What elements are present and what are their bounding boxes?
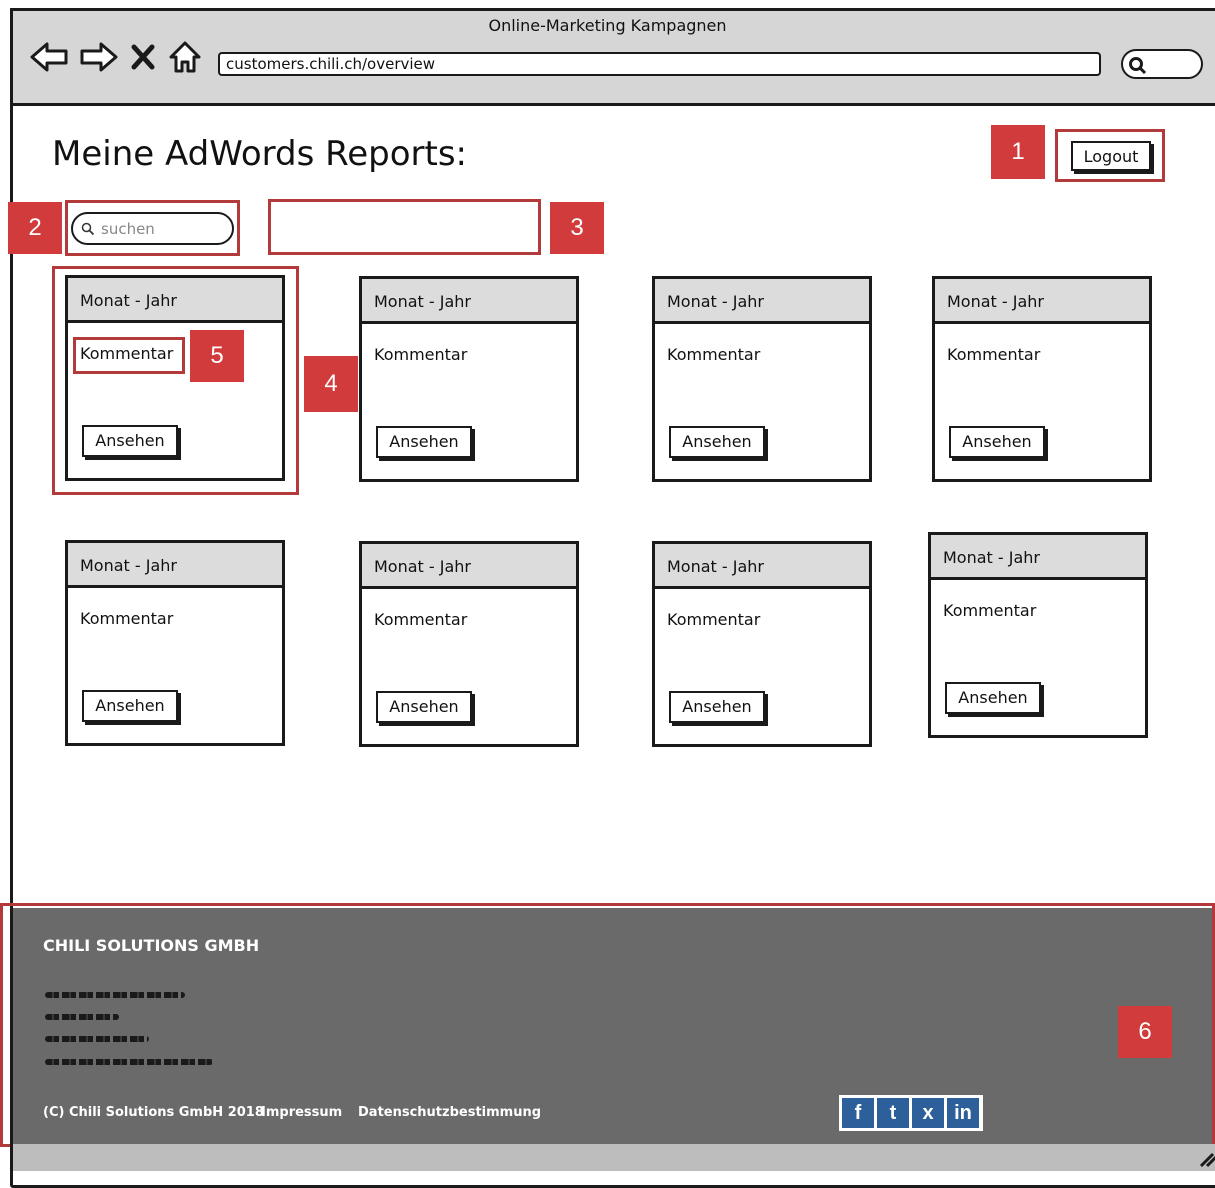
view-report-button[interactable]: Ansehen <box>945 682 1041 714</box>
resize-grip-icon[interactable] <box>1197 1150 1215 1168</box>
home-icon[interactable] <box>166 38 204 76</box>
report-card: Monat - Jahr Kommentar Ansehen <box>652 276 872 482</box>
view-report-button[interactable]: Ansehen <box>669 691 765 723</box>
annotation-marker-3: 3 <box>550 202 604 254</box>
card-comment: Kommentar <box>80 609 174 628</box>
view-report-button[interactable]: Ansehen <box>669 426 765 458</box>
report-card: Monat - Jahr Kommentar Ansehen <box>652 541 872 747</box>
search-icon <box>1129 57 1147 75</box>
card-header: Monat - Jahr <box>931 535 1145 580</box>
view-report-button[interactable]: Ansehen <box>949 426 1045 458</box>
card-comment: Kommentar <box>667 610 761 629</box>
report-card: Monat - Jahr Kommentar Ansehen <box>65 540 285 746</box>
annotation-frame-search <box>65 200 240 256</box>
card-comment: Kommentar <box>667 345 761 364</box>
card-comment: Kommentar <box>374 610 468 629</box>
card-comment: Kommentar <box>947 345 1041 364</box>
back-arrow-icon[interactable] <box>30 38 68 76</box>
annotation-frame-empty-area <box>268 199 541 255</box>
annotation-marker-5: 5 <box>190 330 244 382</box>
card-header: Monat - Jahr <box>935 279 1149 324</box>
card-comment: Kommentar <box>943 601 1037 620</box>
annotation-frame-card <box>52 266 299 495</box>
card-comment: Kommentar <box>374 345 468 364</box>
browser-search[interactable] <box>1121 49 1203 79</box>
card-header: Monat - Jahr <box>362 544 576 589</box>
view-report-button[interactable]: Ansehen <box>376 691 472 723</box>
report-card: Monat - Jahr Kommentar Ansehen <box>932 276 1152 482</box>
annotation-frame-comment <box>73 337 185 374</box>
card-header: Monat - Jahr <box>655 544 869 589</box>
window-title: Online-Marketing Kampagnen <box>488 16 727 35</box>
forward-arrow-icon[interactable] <box>80 38 118 76</box>
report-card: Monat - Jahr Kommentar Ansehen <box>359 276 579 482</box>
annotation-marker-6: 6 <box>1118 1006 1172 1058</box>
annotation-frame-logout <box>1055 129 1165 182</box>
annotation-marker-2: 2 <box>8 202 62 254</box>
card-header: Monat - Jahr <box>655 279 869 324</box>
annotation-marker-4: 4 <box>304 356 358 412</box>
card-header: Monat - Jahr <box>68 543 282 588</box>
browser-status-bar <box>10 1144 1215 1171</box>
close-icon[interactable] <box>128 38 158 76</box>
annotation-frame-footer <box>0 903 1215 1147</box>
annotation-marker-1: 1 <box>991 125 1045 179</box>
page-title: Meine AdWords Reports: <box>52 134 468 174</box>
view-report-button[interactable]: Ansehen <box>376 426 472 458</box>
view-report-button[interactable]: Ansehen <box>82 690 178 722</box>
report-card: Monat - Jahr Kommentar Ansehen <box>359 541 579 747</box>
url-bar[interactable]: customers.chili.ch/overview <box>218 52 1101 76</box>
card-header: Monat - Jahr <box>362 279 576 324</box>
report-card: Monat - Jahr Kommentar Ansehen <box>928 532 1148 738</box>
